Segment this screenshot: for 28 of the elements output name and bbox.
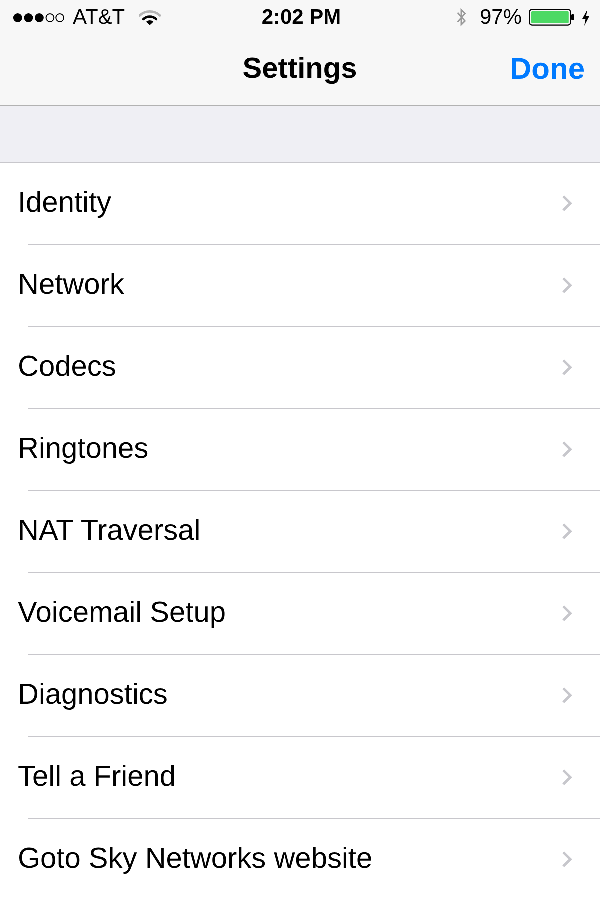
status-time: 2:02 PM xyxy=(262,6,342,30)
chevron-right-icon xyxy=(562,851,572,868)
signal-strength-icon xyxy=(13,12,65,23)
settings-row[interactable]: Voicemail Setup xyxy=(0,573,600,654)
settings-row[interactable]: Diagnostics xyxy=(0,655,600,736)
chevron-right-icon xyxy=(562,195,572,212)
chevron-right-icon xyxy=(562,441,572,458)
done-button[interactable]: Done xyxy=(510,52,585,87)
battery-percentage: 97% xyxy=(480,6,522,30)
settings-row[interactable]: Identity xyxy=(0,163,600,244)
chevron-right-icon xyxy=(562,605,572,622)
chevron-right-icon xyxy=(562,523,572,540)
screen-title: Settings xyxy=(242,53,358,86)
chevron-right-icon xyxy=(562,359,572,376)
charging-bolt-icon xyxy=(582,10,590,26)
settings-row[interactable]: Network xyxy=(0,245,600,326)
bluetooth-icon xyxy=(456,7,467,28)
chevron-right-icon xyxy=(562,769,572,786)
settings-row[interactable]: Ringtones xyxy=(0,409,600,490)
battery-icon xyxy=(529,9,575,26)
settings-row[interactable]: Codecs xyxy=(0,327,600,408)
carrier-name: AT&T xyxy=(73,6,126,30)
chevron-right-icon xyxy=(562,687,572,704)
settings-row[interactable]: Tell a Friend xyxy=(0,737,600,818)
wifi-icon xyxy=(139,10,162,26)
chevron-right-icon xyxy=(562,277,572,294)
settings-row[interactable]: NAT Traversal xyxy=(0,491,600,572)
settings-row[interactable]: Goto Sky Networks website xyxy=(0,819,600,900)
